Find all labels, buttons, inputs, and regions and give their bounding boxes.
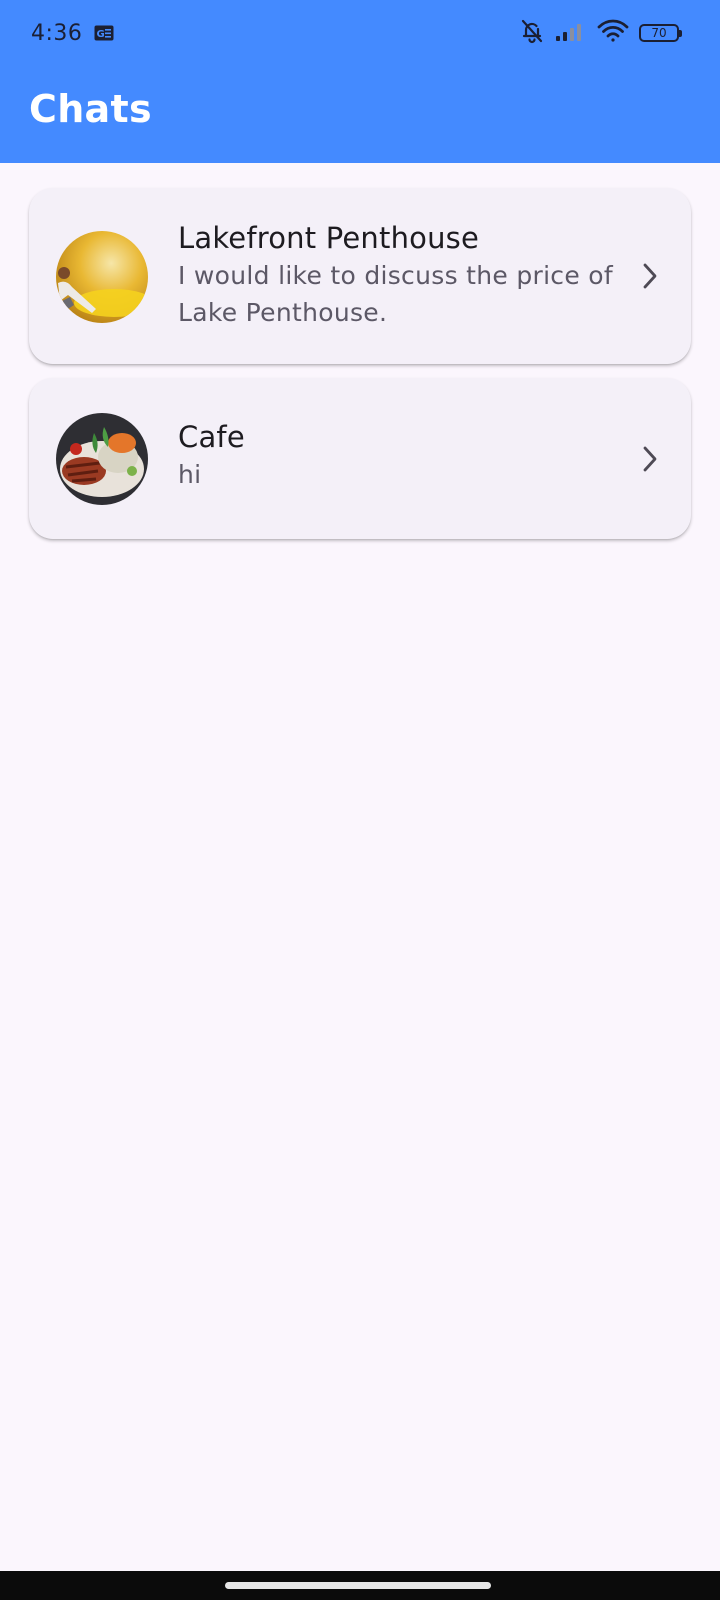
chat-item-cafe[interactable]: Cafe hi — [29, 378, 691, 539]
chevron-right-icon — [639, 261, 661, 291]
news-app-icon: G — [94, 25, 114, 41]
status-time: 4:36 — [31, 21, 83, 46]
chat-item-lakefront-penthouse[interactable]: Lakefront Penthouse I would like to disc… — [29, 188, 691, 364]
chat-name: Lakefront Penthouse — [178, 221, 480, 255]
chat-preview: hi — [178, 460, 202, 489]
lakefront-avatar-image — [56, 231, 148, 323]
wifi-icon — [597, 19, 629, 47]
status-icons: 70 — [519, 18, 682, 48]
battery-icon: 70 — [639, 24, 682, 42]
app-header: 4:36 G 70 Chats — [0, 0, 720, 163]
chevron-right-icon — [639, 444, 661, 474]
chat-list: Lakefront Penthouse I would like to disc… — [29, 188, 691, 553]
signal-icon — [555, 20, 587, 46]
chat-text: Cafe hi — [178, 418, 618, 493]
status-bar: 4:36 G 70 — [0, 0, 720, 68]
chat-name: Cafe — [178, 420, 245, 454]
home-gesture-handle[interactable] — [225, 1582, 491, 1589]
chat-preview: I would like to discuss the price of Lak… — [178, 261, 613, 327]
muted-bell-icon — [519, 18, 545, 48]
system-navigation-bar — [0, 1571, 720, 1600]
page-title: Chats — [29, 87, 152, 131]
cafe-avatar-image — [56, 413, 148, 505]
chat-text: Lakefront Penthouse I would like to disc… — [178, 219, 618, 331]
svg-text:G: G — [97, 29, 105, 40]
